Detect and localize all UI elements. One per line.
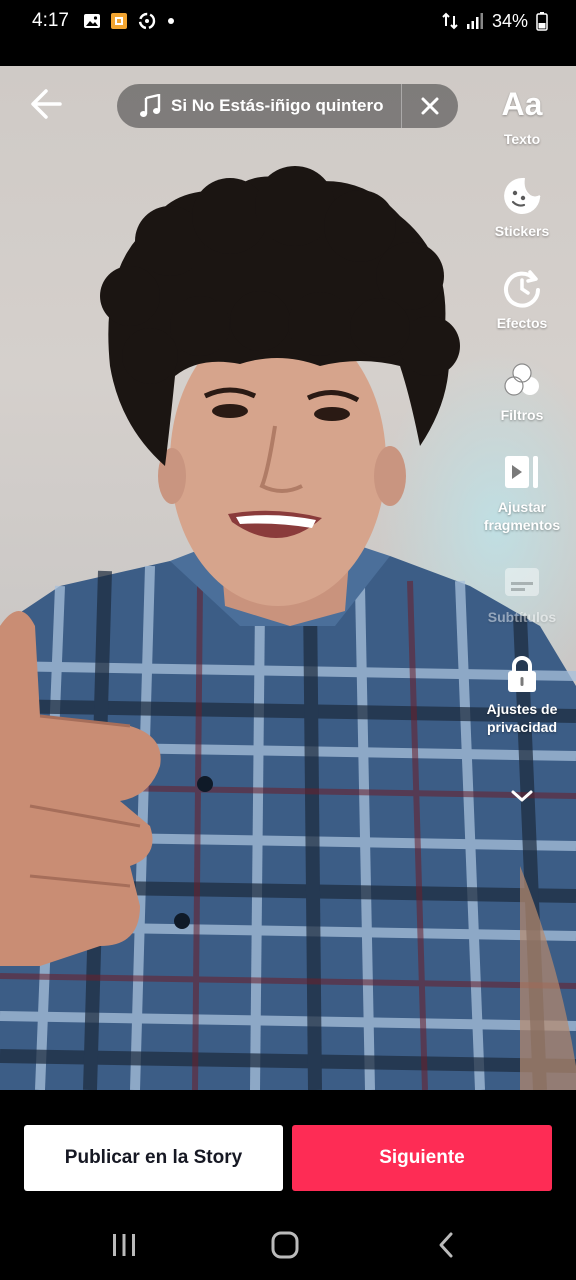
adjust-clips-icon xyxy=(505,456,538,488)
close-icon xyxy=(421,97,439,115)
signal-icon xyxy=(466,13,483,29)
remove-sound-button[interactable] xyxy=(402,84,458,128)
sound-pill: Si No Estás-iñigo quintero xyxy=(117,84,458,128)
music-note-icon xyxy=(140,94,161,117)
filters-tool-label: Filtros xyxy=(500,407,544,423)
effects-tool-label: Efectos xyxy=(496,315,548,331)
filters-icon xyxy=(504,363,539,396)
back-button[interactable] xyxy=(26,86,70,122)
adjust-clips-tool-button[interactable]: Ajustar fragmentos xyxy=(474,452,570,534)
privacy-settings-label: Ajustes de privacidad xyxy=(486,701,558,735)
battery-icon xyxy=(536,12,548,31)
more-tools-button[interactable] xyxy=(474,776,570,816)
battery-percent: 34% xyxy=(491,10,528,31)
status-time: 4:17 xyxy=(32,10,69,31)
text-tool-button[interactable]: Aa Texto xyxy=(474,84,570,148)
chevron-down-icon xyxy=(511,790,533,802)
recents-button[interactable] xyxy=(94,1222,154,1268)
data-arrows-icon xyxy=(442,12,458,30)
stickers-tool-label: Stickers xyxy=(494,223,550,239)
status-system-icons: 34% xyxy=(442,11,548,32)
subtitles-icon xyxy=(505,568,539,596)
recents-icon xyxy=(113,1234,135,1256)
filters-tool-button[interactable]: Filtros xyxy=(474,360,570,424)
publish-to-story-button[interactable]: Publicar en la Story xyxy=(24,1125,283,1191)
back-chevron-icon xyxy=(439,1232,453,1258)
next-button[interactable]: Siguiente xyxy=(292,1125,552,1191)
dot-icon xyxy=(167,18,174,24)
subtitles-tool-button[interactable]: Subtítulos xyxy=(474,562,570,626)
stickers-tool-button[interactable]: Stickers xyxy=(474,176,570,240)
status-bar: 4:17 34% xyxy=(0,0,576,42)
app-notification-icon xyxy=(110,13,127,29)
adjust-clips-label: Ajustar fragmentos xyxy=(483,499,561,533)
subtitles-tool-label: Subtítulos xyxy=(487,609,557,625)
text-tool-label: Texto xyxy=(503,131,541,147)
sync-icon xyxy=(138,12,156,30)
effects-tool-button[interactable]: Efectos xyxy=(474,268,570,332)
lock-icon xyxy=(508,656,536,692)
sound-name: Si No Estás-iñigo quintero xyxy=(171,96,384,115)
system-back-button[interactable] xyxy=(416,1222,476,1268)
text-aa-icon: Aa xyxy=(501,86,543,122)
sticker-icon xyxy=(504,177,541,214)
home-button[interactable] xyxy=(255,1222,315,1268)
effects-timer-icon xyxy=(504,270,540,308)
home-icon xyxy=(271,1231,299,1259)
gallery-icon xyxy=(83,14,100,28)
sound-selector[interactable]: Si No Estás-iñigo quintero xyxy=(117,84,401,128)
status-notification-icons xyxy=(83,12,176,30)
arrow-left-icon xyxy=(31,89,62,119)
privacy-settings-button[interactable]: Ajustes de privacidad xyxy=(474,654,570,736)
